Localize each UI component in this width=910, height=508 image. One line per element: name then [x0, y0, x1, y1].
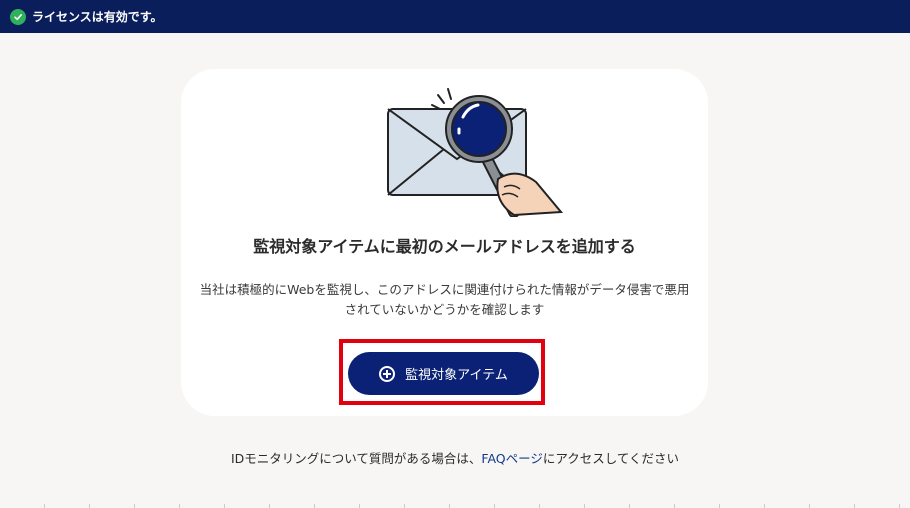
faq-footer: IDモニタリングについて質問がある場合は、FAQページにアクセスしてください — [0, 448, 910, 467]
footer-text-before: IDモニタリングについて質問がある場合は、 — [230, 451, 482, 466]
license-status-bar: ライセンスは有効です。 — [0, 0, 910, 33]
description-line-2: されていないかどうかを確認します — [344, 302, 545, 317]
faq-page-link[interactable]: FAQページ — [481, 451, 542, 466]
plus-circle-icon — [379, 365, 396, 382]
check-circle-icon — [10, 8, 26, 25]
envelope-magnifier-illustration — [387, 88, 564, 217]
empty-state-description: 当社は積極的にWebを監視し、このアドレスに関連付けられた情報がデータ侵害で悪用… — [191, 280, 698, 320]
add-monitored-item-label: 監視対象アイテム — [405, 368, 508, 383]
footer-text-after: にアクセスしてください — [542, 451, 680, 466]
add-monitored-item-button[interactable]: 監視対象アイテム — [348, 352, 539, 395]
license-status-text: ライセンスは有効です。 — [32, 10, 163, 24]
bottom-divider — [0, 504, 910, 508]
description-line-1: 当社は積極的にWebを監視し、このアドレスに関連付けられた情報がデータ侵害で悪用 — [199, 282, 690, 297]
empty-state-headline: 監視対象アイテムに最初のメールアドレスを追加する — [253, 237, 636, 256]
